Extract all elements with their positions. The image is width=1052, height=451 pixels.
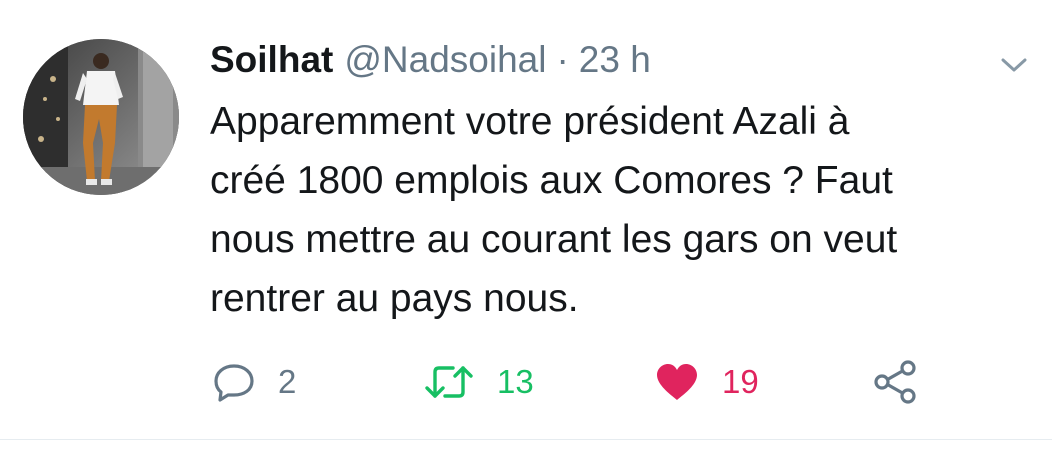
like-count: 19 [722,363,759,400]
reply-icon [214,364,254,402]
tweet[interactable]: Soilhat @Nadsoihal · 23 h Apparemment vo… [0,0,1052,440]
reply-count: 2 [278,363,297,400]
tweet-header: Soilhat @Nadsoihal · 23 h [210,36,651,84]
share-icon [874,360,916,404]
avatar[interactable] [23,39,179,195]
avatar-photo [23,39,179,195]
author-handle[interactable]: @Nadsoihal [344,36,546,84]
tweet-menu-button[interactable] [990,50,1038,80]
retweet-count: 13 [497,363,534,400]
heart-icon [657,364,697,400]
share-button[interactable] [872,352,918,412]
like-button[interactable]: 19 [654,352,759,412]
reply-button[interactable]: 2 [212,352,296,412]
divider [0,439,1052,440]
tweet-actions: 2 13 19 [0,352,1052,412]
retweet-icon [425,366,473,398]
tweet-text: Apparemment votre président Azali à créé… [210,100,898,320]
chevron-down-icon [1001,58,1027,72]
separator-dot: · [556,39,569,80]
timestamp[interactable]: 23 h [579,36,651,84]
author-name[interactable]: Soilhat [210,36,333,84]
retweet-button[interactable]: 13 [423,352,534,412]
